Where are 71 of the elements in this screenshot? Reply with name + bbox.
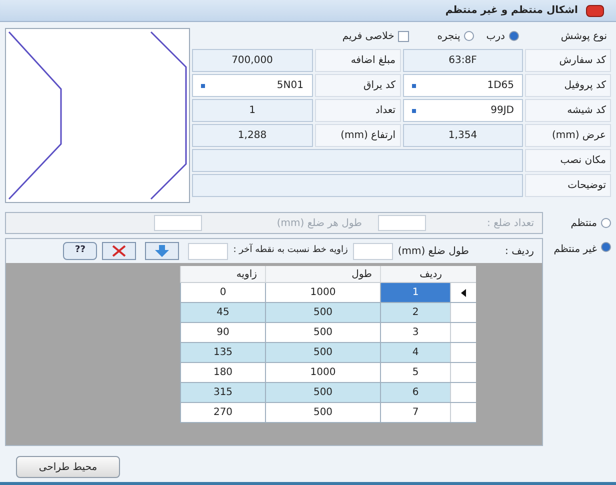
field-label: طول هر ضلع (mm) [276, 216, 363, 230]
column-header[interactable]: ردیف [380, 266, 450, 282]
column-header[interactable]: طول [265, 266, 380, 282]
window-icon [586, 4, 604, 16]
field-label: مکان نصب [525, 149, 611, 172]
field-label: مبلغ اضافه [314, 49, 400, 72]
current-row-icon [461, 288, 466, 296]
input-field[interactable] [352, 242, 393, 260]
table-cell: 7 [380, 403, 450, 422]
radio-label: منتظم [570, 216, 597, 230]
field-label: طول ضلع (mm) [398, 244, 469, 258]
field-label: کد یراق [314, 74, 400, 97]
radio-button[interactable] [464, 31, 474, 41]
text-field[interactable]: 1,288 [192, 124, 312, 147]
design-area-button[interactable]: محیط طراحی [16, 456, 120, 478]
field-label: کد پروفیل [525, 74, 611, 97]
text-field[interactable] [192, 174, 523, 197]
table-cell: 500 [265, 383, 380, 402]
table-cell: 6 [380, 383, 450, 402]
table-cell: 1000 [265, 283, 380, 302]
radio-label: درب [486, 30, 505, 44]
checkbox[interactable] [398, 30, 410, 42]
table-cell: 90 [180, 323, 265, 342]
table-cell: 500 [265, 403, 380, 422]
radio-button[interactable] [601, 218, 611, 228]
table-cell: 3 [380, 323, 450, 342]
field-label: زاویه خط نسبت به نقطه آخر : [233, 244, 348, 258]
combo-field[interactable]: 1D65 [402, 74, 523, 97]
radio-label: پنجره [437, 30, 460, 44]
table-cell: 135 [180, 343, 265, 362]
field-label: عرض (mm) [525, 124, 611, 147]
table-cell: 5 [380, 363, 450, 382]
table-cell: 2 [380, 303, 450, 322]
text-field[interactable]: 1 [192, 99, 312, 122]
table-cell: 1000 [265, 363, 380, 382]
combo-field[interactable]: 99JD [402, 99, 523, 122]
table-cell: 0 [180, 283, 265, 302]
table-cell: 180 [180, 363, 265, 382]
field-label: نوع پوشش [560, 30, 607, 44]
text-field[interactable]: 63:8F [402, 49, 523, 72]
table-cell: 45 [180, 303, 265, 322]
table-cell: 4 [380, 343, 450, 362]
add-button[interactable] [145, 242, 180, 260]
checkbox-label: خلاصی فریم [342, 30, 394, 44]
close-icon [111, 245, 128, 257]
table-cell: 500 [265, 323, 380, 342]
delete-button[interactable] [102, 242, 136, 260]
text-field[interactable] [192, 149, 523, 172]
table-cell: 1 [380, 283, 450, 302]
arrow-down-icon [154, 245, 170, 257]
text-field[interactable]: 1,354 [402, 124, 523, 147]
field-label: تعداد ضلع : [486, 216, 534, 230]
radio-button[interactable] [601, 242, 611, 252]
radio-button[interactable] [509, 31, 519, 41]
field-label: کد شیشه [525, 99, 611, 122]
field-label: توضیحات [525, 174, 611, 197]
window-title: اشکال منتظم و غیر منتظم [445, 4, 578, 18]
input-field[interactable] [188, 242, 228, 260]
help-button[interactable]: ?? [63, 242, 98, 260]
table-cell: 500 [265, 303, 380, 322]
field-label: تعداد [314, 99, 400, 122]
text-field[interactable]: 700,000 [192, 49, 312, 72]
table-cell: 270 [180, 403, 265, 422]
radio-label: غیر منتظم [554, 243, 597, 257]
field-label: ردیف : [504, 244, 534, 258]
table-cell: 500 [265, 343, 380, 362]
combo-field[interactable]: 5N01 [192, 74, 312, 97]
column-header[interactable]: زاویه [180, 266, 265, 282]
field-label: کد سفارش [525, 49, 611, 72]
field-label: ارتفاع (mm) [314, 124, 400, 147]
table-cell: 315 [180, 383, 265, 402]
